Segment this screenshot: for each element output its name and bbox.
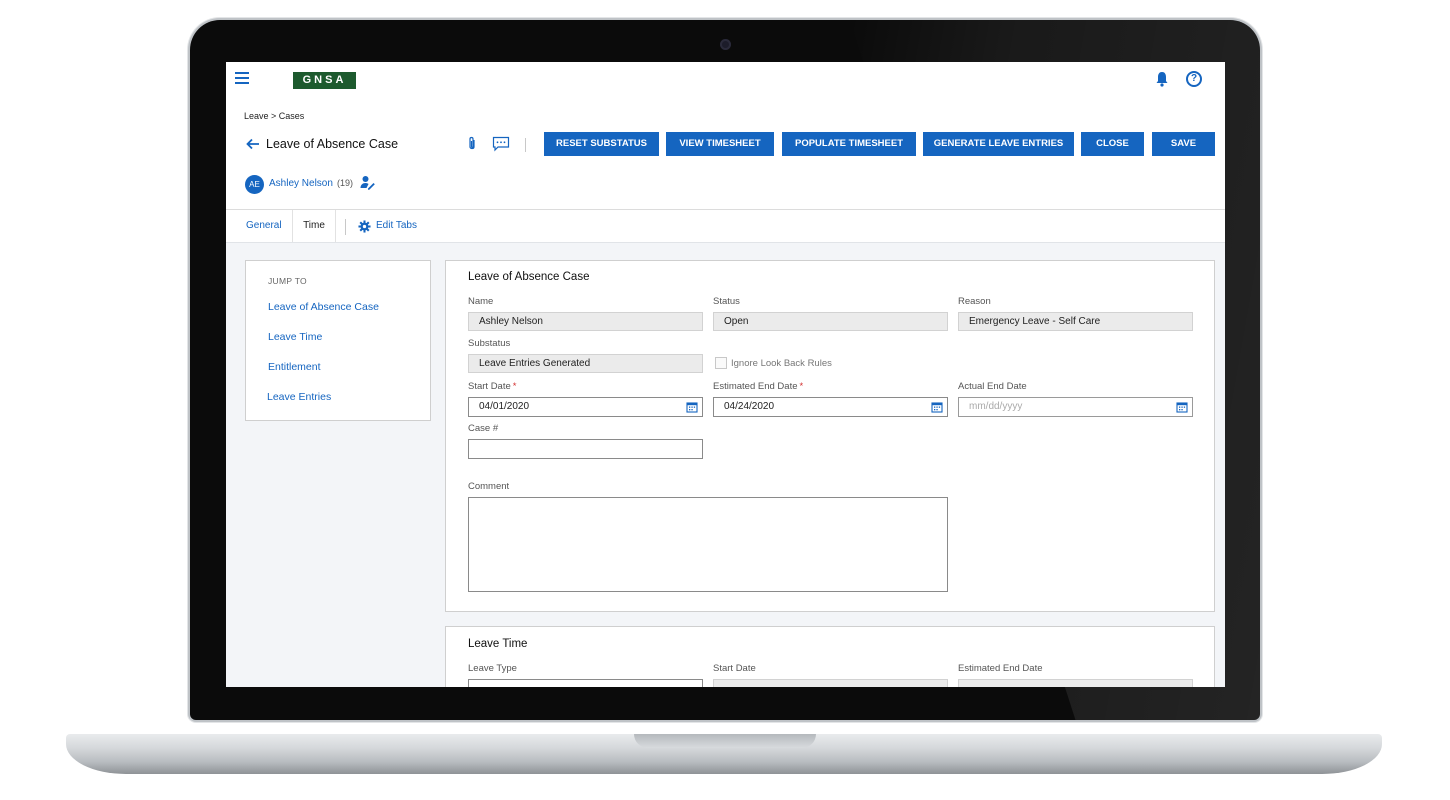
est-end-date-value: 04/24/2020 bbox=[724, 401, 775, 412]
reason-field: Emergency Leave - Self Care bbox=[958, 312, 1193, 331]
actual-end-date-placeholder: mm/dd/yyyy bbox=[969, 401, 1023, 412]
employee-count: (19) bbox=[337, 178, 354, 188]
case-section: Leave of Absence Case Name Ashley Nelson… bbox=[445, 260, 1215, 612]
breadcrumb: Leave > Cases bbox=[244, 111, 305, 121]
app-screen: GNSA ? Leave > Cases Leave of Absence Ca… bbox=[226, 62, 1225, 687]
employee-name-link[interactable]: Ashley Nelson bbox=[269, 178, 333, 189]
reset-substatus-button[interactable]: RESET SUBSTATUS bbox=[544, 132, 659, 156]
jump-link-leave-of-absence-case[interactable]: Leave of Absence Case bbox=[268, 301, 379, 313]
calendar-icon[interactable] bbox=[931, 401, 943, 413]
est-end-date-label: Estimated End Date * bbox=[713, 381, 803, 392]
help-icon[interactable]: ? bbox=[1186, 71, 1202, 87]
comment-textarea[interactable] bbox=[468, 497, 948, 592]
avatar: AE bbox=[245, 175, 264, 194]
top-bar: GNSA ? bbox=[226, 62, 1225, 98]
status-label: Status bbox=[713, 296, 740, 307]
case-number-label: Case # bbox=[468, 423, 499, 434]
tabs-divider bbox=[345, 219, 346, 235]
required-mark: * bbox=[799, 381, 804, 392]
populate-timesheet-button[interactable]: POPULATE TIMESHEET bbox=[782, 132, 916, 156]
menu-icon[interactable] bbox=[235, 72, 249, 84]
view-timesheet-button[interactable]: VIEW TIMESHEET bbox=[666, 132, 774, 156]
gear-icon[interactable] bbox=[358, 220, 371, 233]
user-edit-icon[interactable] bbox=[360, 175, 375, 190]
comment-label: Comment bbox=[468, 481, 510, 492]
status-field: Open bbox=[713, 312, 948, 331]
calendar-icon[interactable] bbox=[1176, 401, 1188, 413]
paperclip-icon[interactable] bbox=[466, 136, 478, 152]
back-arrow-icon[interactable] bbox=[246, 137, 260, 151]
jump-link-leave-time[interactable]: Leave Time bbox=[268, 331, 322, 343]
bell-icon[interactable] bbox=[1155, 71, 1169, 87]
generate-leave-entries-button[interactable]: GENERATE LEAVE ENTRIES bbox=[923, 132, 1074, 156]
calendar-icon[interactable] bbox=[686, 401, 698, 413]
ignore-look-back-checkbox[interactable] bbox=[715, 357, 727, 369]
case-number-input[interactable] bbox=[468, 439, 703, 459]
start-date-value: 04/01/2020 bbox=[479, 401, 530, 412]
reason-label: Reason bbox=[958, 296, 991, 307]
leave-time-est-end-date-label: Estimated End Date bbox=[958, 663, 1043, 674]
start-date-label: Start Date * bbox=[468, 381, 516, 392]
leave-type-select[interactable] bbox=[468, 679, 703, 687]
substatus-field: Leave Entries Generated bbox=[468, 354, 703, 373]
substatus-label: Substatus bbox=[468, 338, 511, 349]
laptop-notch bbox=[634, 734, 816, 748]
actual-end-date-input[interactable]: mm/dd/yyyy bbox=[958, 397, 1193, 417]
start-date-input[interactable]: 04/01/2020 bbox=[468, 397, 703, 417]
est-end-date-input[interactable]: 04/24/2020 bbox=[713, 397, 948, 417]
close-button[interactable]: CLOSE bbox=[1081, 132, 1144, 156]
name-field: Ashley Nelson bbox=[468, 312, 703, 331]
edit-tabs-link[interactable]: Edit Tabs bbox=[376, 210, 417, 242]
name-label: Name bbox=[468, 296, 494, 307]
camera-icon bbox=[720, 39, 731, 50]
ignore-look-back-label: Ignore Look Back Rules bbox=[731, 358, 832, 369]
comment-icon[interactable] bbox=[492, 136, 510, 152]
save-button[interactable]: SAVE bbox=[1152, 132, 1215, 156]
leave-time-start-date-label: Start Date bbox=[713, 663, 756, 674]
tab-general[interactable]: General bbox=[246, 210, 282, 242]
leave-time-section: Leave Time Leave Type Start Date Estimat… bbox=[445, 626, 1215, 687]
actual-end-date-label: Actual End Date bbox=[958, 381, 1027, 392]
tab-time[interactable]: Time bbox=[292, 210, 336, 242]
est-end-date-label-text: Estimated End Date bbox=[713, 381, 798, 392]
jump-link-leave-entries[interactable]: Leave Entries bbox=[267, 391, 331, 403]
toolbar-divider bbox=[525, 138, 526, 152]
leave-time-est-end-date-field bbox=[958, 679, 1193, 687]
logo: GNSA bbox=[293, 72, 356, 89]
jump-link-entitlement[interactable]: Entitlement bbox=[268, 361, 321, 373]
leave-type-label: Leave Type bbox=[468, 663, 517, 674]
start-date-label-text: Start Date bbox=[468, 381, 511, 392]
leave-time-start-date-field bbox=[713, 679, 948, 687]
leave-time-section-title: Leave Time bbox=[468, 638, 528, 650]
jump-to-panel: JUMP TO Leave of Absence Case Leave Time… bbox=[245, 260, 431, 421]
required-mark: * bbox=[512, 381, 517, 392]
jump-to-title: JUMP TO bbox=[268, 276, 307, 286]
case-section-title: Leave of Absence Case bbox=[468, 271, 590, 283]
page-title: Leave of Absence Case bbox=[266, 137, 399, 151]
